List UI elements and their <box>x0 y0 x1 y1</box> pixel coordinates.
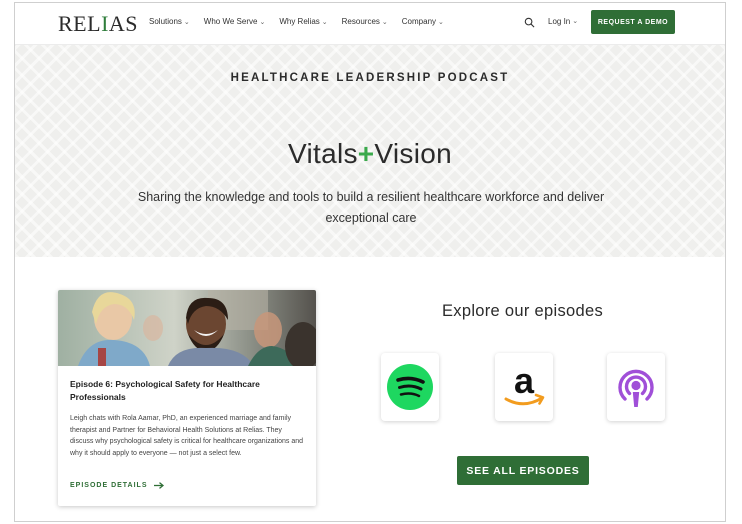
chevron-down-icon: ⌄ <box>259 18 266 26</box>
explore-heading: Explore our episodes <box>441 302 603 320</box>
nav-item-label: Resources <box>341 17 380 26</box>
nav-item-resources[interactable]: Resources ⌄ <box>342 17 388 26</box>
apple-podcasts-link[interactable] <box>607 353 665 421</box>
nav-item-label: Company <box>401 17 437 26</box>
spotify-icon <box>387 364 433 410</box>
episode-details-label: EPISODE DETAILS <box>70 482 148 489</box>
chevron-down-icon: ⌄ <box>183 18 190 26</box>
search-icon[interactable] <box>524 17 535 28</box>
amazon-music-link[interactable]: a <box>495 353 553 421</box>
main-nav: Solutions ⌄ Who We Serve ⌄ Why Relias ⌄ Res… <box>149 17 444 26</box>
spotify-link[interactable] <box>381 353 439 421</box>
podcast-title: Vitals+Vision <box>288 138 452 169</box>
nav-item-why-relias[interactable]: Why Relias ⌄ <box>279 17 327 26</box>
request-demo-button[interactable]: REQUEST A DEMO <box>591 10 675 34</box>
chevron-down-icon: ⌄ <box>381 18 388 26</box>
hero-subtitle: Sharing the knowledge and tools to build… <box>137 190 605 225</box>
apple-podcasts-icon <box>618 369 654 407</box>
nav-item-label: Why Relias <box>279 17 320 26</box>
hero-banner: HEALTHCARE LEADERSHIP PODCAST Vitals+Vis… <box>15 45 725 257</box>
chevron-down-icon: ⌄ <box>438 18 444 26</box>
site-header: RELIAS Solutions ⌄ Who We Serve ⌄ Why Reli… <box>15 3 725 45</box>
page-frame: RELIAS Solutions ⌄ Who We Serve ⌄ Why Reli… <box>14 2 726 522</box>
nav-item-company[interactable]: Company ⌄ <box>402 17 444 26</box>
nav-item-label: Who We Serve <box>203 17 258 26</box>
hero-kicker: HEALTHCARE LEADERSHIP PODCAST <box>230 72 510 84</box>
amazon-icon: a <box>504 361 545 406</box>
login-menu[interactable]: Log In ⌄ <box>548 17 578 26</box>
svg-text:a: a <box>514 361 535 401</box>
nav-item-solutions[interactable]: Solutions ⌄ <box>149 17 190 26</box>
episode-details-link[interactable]: EPISODE DETAILS <box>70 482 164 489</box>
episode-title[interactable]: Episode 6: Psychological Safety for Heal… <box>70 378 306 404</box>
login-label: Log In <box>548 17 571 26</box>
chevron-down-icon: ⌄ <box>572 18 579 25</box>
nav-item-who-we-serve[interactable]: Who We Serve ⌄ <box>204 17 266 26</box>
episode-description: Leigh chats with Rola Aamar, PhD, an exp… <box>70 415 304 457</box>
episode-photo <box>58 290 316 366</box>
relias-logo[interactable]: RELIAS <box>58 11 138 37</box>
episode-card[interactable]: Episode 6: Psychological Safety for Heal… <box>58 290 316 506</box>
chevron-down-icon: ⌄ <box>321 18 328 26</box>
nav-item-label: Solutions <box>149 17 182 26</box>
see-all-episodes-button[interactable]: SEE ALL EPISODES <box>457 456 589 485</box>
arrow-right-icon <box>153 482 164 489</box>
